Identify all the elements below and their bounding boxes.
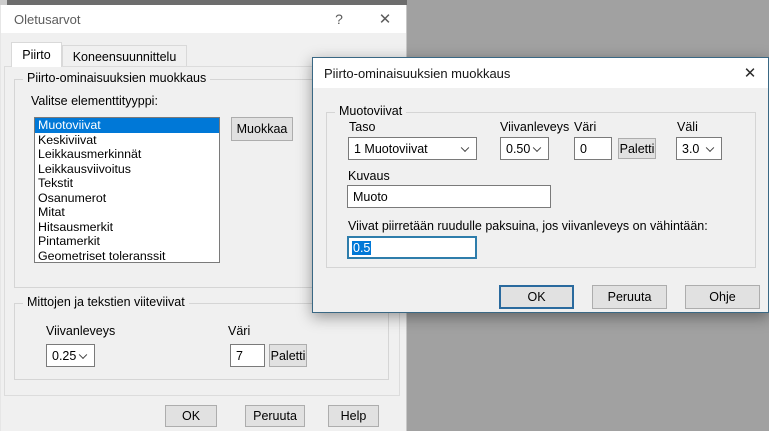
- list-item[interactable]: Pintamerkit: [35, 234, 219, 249]
- element-type-listbox[interactable]: MuotoviivatKeskiviivatLeikkausmerkinnätL…: [34, 117, 220, 263]
- ok-button-label: OK: [527, 290, 545, 304]
- close-icon[interactable]: ✕: [733, 58, 767, 88]
- tab-koneensuunnittelu[interactable]: Koneensuunnittelu: [62, 45, 187, 67]
- tab-koneensuunnittelu-label: Koneensuunnittelu: [73, 50, 177, 64]
- linewidth-dropdown[interactable]: 0.50: [500, 137, 549, 160]
- cancel-button[interactable]: Peruuta: [592, 285, 667, 309]
- level-label: Taso: [349, 120, 375, 134]
- list-item[interactable]: Leikkausviivoitus: [35, 162, 219, 177]
- list-item[interactable]: Hitsausmerkit: [35, 220, 219, 235]
- linewidth-dropdown-value: 0.25: [52, 349, 76, 363]
- tab-piirto-label: Piirto: [22, 48, 50, 62]
- ok-button-label: OK: [182, 409, 200, 423]
- linewidth-label: Viivanleveys: [46, 324, 115, 338]
- cancel-button-label: Peruuta: [253, 409, 297, 423]
- spacing-label: Väli: [677, 120, 698, 134]
- list-item[interactable]: Tekstit: [35, 176, 219, 191]
- description-input-value: Muoto: [353, 190, 388, 204]
- edit-button[interactable]: Muokkaa: [231, 117, 293, 141]
- list-item[interactable]: Mitat: [35, 205, 219, 220]
- color-label: Väri: [228, 324, 250, 338]
- list-item[interactable]: Osanumerot: [35, 191, 219, 206]
- color-label: Väri: [574, 120, 596, 134]
- ok-button[interactable]: OK: [165, 405, 217, 427]
- level-dropdown-value: 1 Muotoviivat: [354, 142, 428, 156]
- min-linewidth-input-value: 0.5: [352, 241, 371, 255]
- groupbox-piirto-ominaisuudet-legend: Piirto-ominaisuuksien muokkaus: [23, 71, 210, 85]
- help-button-label: Help: [341, 409, 367, 423]
- color-input-value: 7: [236, 349, 243, 363]
- palette-button[interactable]: Paletti: [269, 344, 307, 367]
- groupbox-viiteviivat-legend: Mittojen ja tekstien viiteviivat: [23, 295, 189, 309]
- color-input-value: 0: [580, 142, 587, 156]
- palette-button-label: Paletti: [620, 142, 655, 156]
- chevron-down-icon: [533, 143, 541, 151]
- chevron-down-icon: [79, 350, 87, 358]
- help-button[interactable]: Help: [328, 405, 379, 427]
- cancel-button-label: Peruuta: [608, 290, 652, 304]
- dialog1-titlebar[interactable]: Oletusarvot ? ✕: [1, 5, 406, 33]
- color-input[interactable]: 0: [574, 137, 612, 160]
- cancel-button[interactable]: Peruuta: [245, 405, 305, 427]
- list-item[interactable]: Muotoviivat: [35, 118, 219, 133]
- spacing-dropdown[interactable]: 3.0: [676, 137, 722, 160]
- ok-button[interactable]: OK: [499, 285, 574, 309]
- help-button[interactable]: Ohje: [685, 285, 760, 309]
- help-icon[interactable]: ?: [325, 5, 353, 33]
- linewidth-dropdown-value: 0.50: [506, 142, 530, 156]
- chevron-down-icon: [461, 143, 469, 151]
- dialog2-title: Piirto-ominaisuuksien muokkaus: [313, 66, 510, 81]
- level-dropdown[interactable]: 1 Muotoviivat: [348, 137, 477, 160]
- help-button-label: Ohje: [709, 290, 735, 304]
- edit-button-label: Muokkaa: [237, 122, 288, 136]
- dialog-piirto-ominaisuuksien-muokkaus: Piirto-ominaisuuksien muokkaus ✕ Muotovi…: [312, 57, 769, 313]
- linewidth-label: Viivanleveys: [500, 120, 569, 134]
- groupbox-muotoviivat-legend: Muotoviivat: [335, 104, 406, 118]
- description-input[interactable]: Muoto: [347, 185, 551, 208]
- close-icon[interactable]: ✕: [369, 5, 401, 33]
- chevron-down-icon: [706, 143, 714, 151]
- dialog2-titlebar[interactable]: Piirto-ominaisuuksien muokkaus ✕: [313, 58, 768, 88]
- linewidth-dropdown[interactable]: 0.25: [46, 344, 95, 367]
- min-linewidth-label: Viivat piirretään ruudulle paksuina, jos…: [348, 219, 708, 233]
- dialog1-title: Oletusarvot: [1, 12, 80, 27]
- list-item[interactable]: Keskiviivat: [35, 133, 219, 148]
- min-linewidth-input[interactable]: 0.5: [347, 236, 477, 259]
- list-item[interactable]: Geometriset toleranssit: [35, 249, 219, 264]
- tab-piirto[interactable]: Piirto: [11, 42, 62, 67]
- palette-button[interactable]: Paletti: [618, 138, 656, 159]
- palette-button-label: Paletti: [271, 349, 306, 363]
- color-input[interactable]: 7: [230, 344, 265, 367]
- spacing-dropdown-value: 3.0: [682, 142, 699, 156]
- element-type-label: Valitse elementtityyppi:: [31, 94, 158, 108]
- list-item[interactable]: Leikkausmerkinnät: [35, 147, 219, 162]
- groupbox-viiteviivat: Mittojen ja tekstien viiteviivat: [14, 303, 389, 380]
- description-label: Kuvaus: [348, 169, 390, 183]
